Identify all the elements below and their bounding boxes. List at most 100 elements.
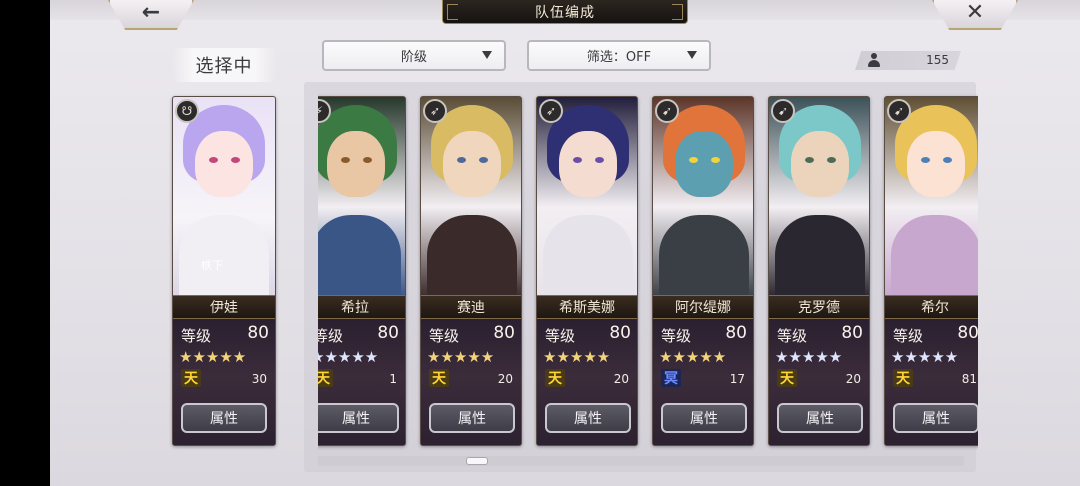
character-portrait xyxy=(318,97,405,297)
close-icon: ✕ xyxy=(965,0,985,25)
portrait-eye xyxy=(231,157,240,163)
attribute-button[interactable]: 属性 xyxy=(318,403,399,433)
chevron-down-icon xyxy=(482,51,492,59)
portrait-eye xyxy=(921,157,930,163)
character-stats: 等级 80 ★★★★★ 天 20 属性 xyxy=(769,319,869,445)
class-badge-icon: ➶ xyxy=(423,99,447,123)
star-rating: ★★★★★ xyxy=(427,348,495,366)
portrait-eye xyxy=(711,157,720,163)
portrait-caption: 帙下 xyxy=(201,259,223,272)
chevron-down-icon xyxy=(687,51,697,59)
character-count: 17 xyxy=(729,372,745,386)
portrait-body xyxy=(318,215,401,297)
portrait-face xyxy=(907,131,965,197)
portrait-eye xyxy=(209,157,218,163)
attribute-button[interactable]: 属性 xyxy=(545,403,631,433)
attribute-button[interactable]: 属性 xyxy=(893,403,978,433)
attribute-button[interactable]: 属性 xyxy=(429,403,515,433)
portrait-face xyxy=(327,131,385,197)
character-stats: 等级 80 ★★★★★ 天 81 属性 xyxy=(885,319,978,445)
level-label: 等级 xyxy=(318,327,344,345)
rank-sort-label: 阶级 xyxy=(400,50,427,65)
back-button[interactable]: ← xyxy=(108,0,194,30)
star-rating: ★★★★★ xyxy=(775,348,843,366)
level-value: 80 xyxy=(841,323,863,343)
level-label: 等级 xyxy=(181,327,212,345)
portrait-body xyxy=(543,215,633,297)
filter-label: 筛选：OFF xyxy=(586,50,652,65)
portrait-eye xyxy=(805,157,814,163)
level-value: 80 xyxy=(247,323,269,343)
scroll-track[interactable] xyxy=(318,456,964,466)
portrait-body xyxy=(179,215,269,297)
character-name: 希尔 xyxy=(885,295,978,319)
level-label: 等级 xyxy=(777,327,808,345)
character-stats: 等级 80 ★★★★★ 天 20 属性 xyxy=(537,319,637,445)
portrait-face xyxy=(443,131,501,197)
character-card[interactable]: 帙下 ☋ 伊娃 等级 80 ★★★★★ 天 30 属性 xyxy=(172,96,276,446)
character-card[interactable]: ➹ 克罗德 等级 80 ★★★★★ 天 20 属性 xyxy=(768,96,870,446)
level-value: 80 xyxy=(609,323,631,343)
character-list[interactable]: ⚡ 希拉 等级 80 ★★★★★ 天 1 属性 ➶ 赛迪 等级 80 ★★★★★… xyxy=(318,82,978,462)
character-count: 20 xyxy=(497,372,513,386)
character-count: 20 xyxy=(845,372,861,386)
character-stats: 等级 80 ★★★★★ 天 20 属性 xyxy=(421,319,521,445)
level-label: 等级 xyxy=(545,327,576,345)
star-rating: ★★★★★ xyxy=(543,348,611,366)
class-badge-icon: ➹ xyxy=(771,99,795,123)
portrait-face xyxy=(559,131,617,197)
character-stats: 等级 80 ★★★★★ 冥 17 属性 xyxy=(653,319,753,445)
character-count: 20 xyxy=(613,372,629,386)
character-name: 阿尔缇娜 xyxy=(653,295,753,319)
portrait-eye xyxy=(363,157,372,163)
attribute-button[interactable]: 属性 xyxy=(777,403,863,433)
portrait-eye xyxy=(341,157,350,163)
portrait-eye xyxy=(595,157,604,163)
page-title: 队伍编成 xyxy=(442,0,688,24)
element-icon: 天 xyxy=(545,369,565,387)
character-count: 1 xyxy=(389,372,397,386)
portrait-eye xyxy=(573,157,582,163)
owned-count: 155 xyxy=(926,53,949,67)
character-stats: 等级 80 ★★★★★ 天 30 属性 xyxy=(173,319,275,445)
class-badge-icon: ➹ xyxy=(887,99,911,123)
element-icon: 天 xyxy=(777,369,797,387)
selected-character-card[interactable]: 帙下 ☋ 伊娃 等级 80 ★★★★★ 天 30 属性 xyxy=(172,96,276,446)
attribute-button[interactable]: 属性 xyxy=(661,403,747,433)
level-value: 80 xyxy=(725,323,747,343)
character-card[interactable]: ➹ 阿尔缇娜 等级 80 ★★★★★ 冥 17 属性 xyxy=(652,96,754,446)
rank-sort-dropdown[interactable]: 阶级 xyxy=(322,40,506,71)
level-value: 80 xyxy=(493,323,515,343)
class-badge-icon: ☋ xyxy=(175,99,199,123)
filter-dropdown[interactable]: 筛选：OFF xyxy=(527,40,711,71)
character-name: 希斯美娜 xyxy=(537,295,637,319)
portrait-eye xyxy=(479,157,488,163)
portrait-eye xyxy=(827,157,836,163)
person-icon xyxy=(867,53,881,68)
team-formation-screen: ← 队伍编成 ✕ 选择中 阶级 筛选：OFF 155 帙下 ☋ 伊娃 等级 80… xyxy=(50,0,1080,486)
portrait-eye xyxy=(457,157,466,163)
class-badge-icon: ➶ xyxy=(539,99,563,123)
portrait-body xyxy=(659,215,749,297)
star-rating: ★★★★★ xyxy=(318,348,379,366)
owned-count-box: 155 xyxy=(855,51,961,70)
character-portrait: 帙下 xyxy=(173,97,275,297)
character-name: 赛迪 xyxy=(421,295,521,319)
attribute-button[interactable]: 属性 xyxy=(181,403,267,433)
level-value: 80 xyxy=(957,323,978,343)
close-button[interactable]: ✕ xyxy=(932,0,1018,30)
character-card[interactable]: ➶ 希斯美娜 等级 80 ★★★★★ 天 20 属性 xyxy=(536,96,638,446)
level-label: 等级 xyxy=(893,327,924,345)
class-badge-icon: ➹ xyxy=(655,99,679,123)
element-icon: 天 xyxy=(893,369,913,387)
star-rating: ★★★★★ xyxy=(891,348,959,366)
character-stats: 等级 80 ★★★★★ 天 1 属性 xyxy=(318,319,405,445)
level-label: 等级 xyxy=(429,327,460,345)
character-card[interactable]: ➹ 希尔 等级 80 ★★★★★ 天 81 属性 xyxy=(884,96,978,446)
character-card[interactable]: ➶ 赛迪 等级 80 ★★★★★ 天 20 属性 xyxy=(420,96,522,446)
character-card[interactable]: ⚡ 希拉 等级 80 ★★★★★ 天 1 属性 xyxy=(318,96,406,446)
character-count: 30 xyxy=(251,372,267,386)
character-portrait xyxy=(769,97,869,297)
element-icon: 天 xyxy=(318,369,333,387)
scroll-thumb[interactable] xyxy=(466,457,488,465)
